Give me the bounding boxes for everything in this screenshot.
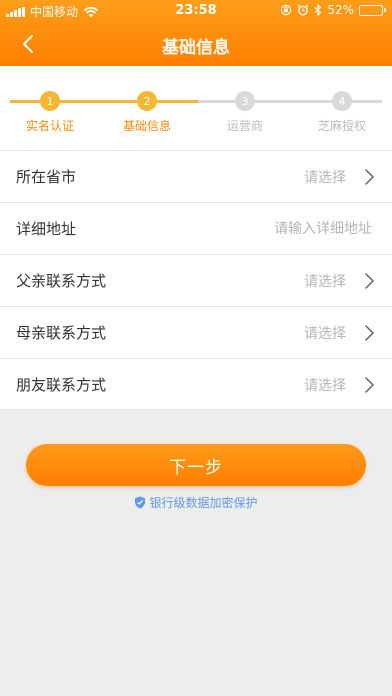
step-label: 运营商: [226, 119, 263, 133]
chevron-right-icon: [365, 273, 375, 289]
step-label: 芝麻授权: [317, 119, 366, 133]
mother-contact-select[interactable]: 母亲联系方式 请选择: [0, 306, 392, 358]
step-label: 实名认证: [25, 119, 74, 133]
friend-contact-select[interactable]: 朋友联系方式 请选择: [0, 358, 392, 410]
security-note-text: 银行级数据加密保护: [149, 496, 258, 510]
field-placeholder: 请选择: [304, 326, 346, 342]
province-city-select[interactable]: 所在省市 请选择: [0, 150, 392, 202]
security-note: 银行级数据加密保护: [0, 494, 392, 511]
battery-icon: [359, 4, 386, 16]
field-label: 母亲联系方式: [16, 324, 107, 342]
step-number: 1: [40, 91, 60, 111]
info-form: 所在省市 请选择 详细地址 父亲联系方式 请选择 母亲联系方式 请选择 朋友联系…: [0, 150, 392, 410]
chevron-right-icon: [365, 169, 375, 185]
battery-percent: 52%: [327, 3, 354, 17]
alarm-icon: [297, 4, 309, 16]
step-basic-info: 2 基础信息: [107, 91, 187, 134]
step-label: 基础信息: [122, 119, 171, 133]
address-input[interactable]: [172, 215, 372, 243]
address-row: 详细地址: [0, 202, 392, 254]
field-placeholder: 请选择: [304, 378, 346, 394]
father-contact-select[interactable]: 父亲联系方式 请选择: [0, 254, 392, 306]
step-sesame-auth: 4 芝麻授权: [302, 91, 382, 134]
step-carrier: 3 运营商: [205, 91, 285, 134]
step-real-name: 1 实名认证: [10, 91, 90, 134]
step-number: 4: [332, 91, 352, 111]
app-header: 中国移动 23:58 52% 基础信息: [0, 0, 392, 66]
field-placeholder: 请选择: [304, 170, 346, 186]
step-number: 3: [235, 91, 255, 111]
field-label: 朋友联系方式: [16, 376, 107, 394]
nav-bar: 基础信息: [0, 22, 392, 66]
bluetooth-icon: [314, 4, 322, 16]
chevron-right-icon: [365, 325, 375, 341]
status-bar: 中国移动 23:58 52%: [0, 0, 392, 22]
field-placeholder: 请选择: [304, 274, 346, 290]
next-step-button[interactable]: 下一步: [26, 444, 366, 486]
lock-rotation-icon: [281, 4, 292, 16]
shield-icon: [135, 496, 146, 509]
field-label: 父亲联系方式: [16, 272, 107, 290]
step-number: 2: [137, 91, 157, 111]
field-label: 所在省市: [16, 168, 77, 186]
page-title: 基础信息: [162, 38, 230, 58]
chevron-right-icon: [365, 377, 375, 393]
field-label: 详细地址: [16, 220, 77, 238]
progress-stepper: 1 实名认证 2 基础信息 3 运营商 4 芝麻授权: [0, 66, 392, 150]
status-bar-right: 52%: [280, 3, 386, 17]
